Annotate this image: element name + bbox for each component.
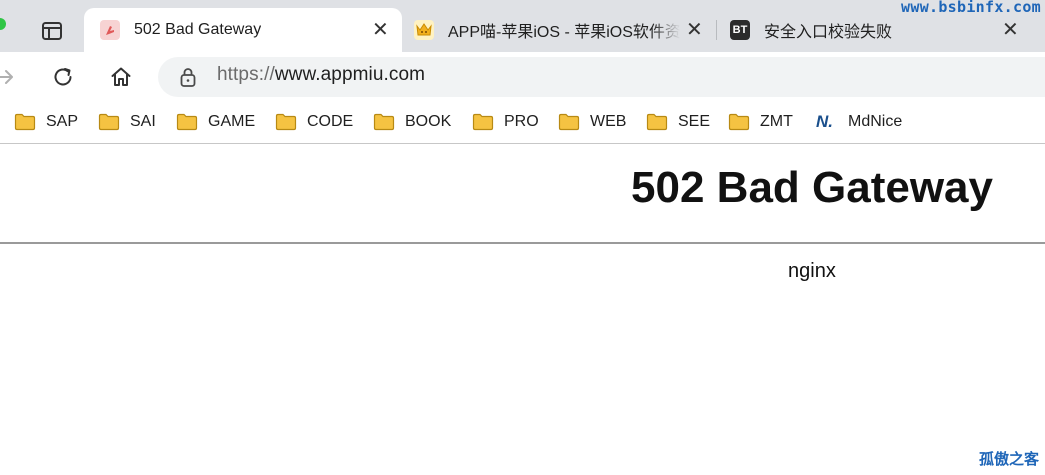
pink-hand-icon [100, 20, 120, 40]
folder-icon [275, 113, 297, 131]
bookmark-label: CODE [307, 113, 354, 130]
folder-icon [14, 113, 36, 131]
watermark-top: www.bsbinfx.com [901, 0, 1041, 16]
bookmark-label: SEE [678, 113, 711, 130]
forward-arrow-icon[interactable] [0, 64, 18, 90]
bt-panel-icon: BT [730, 20, 750, 40]
tab-title: APP喵-苹果iOS - 苹果iOS软件资 [448, 24, 680, 41]
folder-icon [646, 113, 668, 131]
bookmark-folder-zmt[interactable]: ZMT [728, 110, 793, 134]
lock-icon[interactable] [178, 66, 198, 88]
bookmark-mdnice[interactable]: N. MdNice [816, 110, 902, 134]
folder-icon [373, 113, 395, 131]
bookmark-label: MdNice [848, 113, 903, 130]
bookmarks-bar: SAP SAI GAME CODE BOOK PRO WEB SEE ZMT N… [0, 100, 1045, 144]
sidebar-toggle-icon[interactable] [40, 19, 64, 43]
page-title: 502 Bad Gateway [631, 163, 993, 212]
close-tab-icon[interactable]: ✕ [372, 20, 389, 40]
url-host: www.appmiu.com [274, 64, 426, 85]
url-scheme: https:// [217, 64, 275, 85]
server-name: nginx [788, 260, 836, 282]
watermark-bottom: 孤傲之客 [978, 451, 1039, 468]
mdnice-icon: N. [816, 112, 833, 131]
folder-icon [728, 113, 750, 131]
tab-502-bad-gateway[interactable]: 502 Bad Gateway ✕ [84, 8, 402, 52]
tab-separator [716, 20, 717, 40]
bookmark-label: PRO [504, 113, 539, 130]
bookmark-folder-web[interactable]: WEB [558, 110, 626, 134]
bookmark-folder-book[interactable]: BOOK [373, 110, 451, 134]
bookmark-folder-code[interactable]: CODE [275, 110, 353, 134]
close-tab-icon[interactable]: ✕ [686, 20, 703, 40]
bookmark-folder-see[interactable]: SEE [646, 110, 710, 134]
folder-icon [98, 113, 120, 131]
bookmark-folder-sai[interactable]: SAI [98, 110, 156, 134]
folder-icon [558, 113, 580, 131]
cat-crown-icon [414, 20, 434, 40]
bookmark-label: ZMT [760, 113, 793, 130]
tab-strip: 502 Bad Gateway ✕ APP喵-苹果iOS - 苹果iOS软件资 … [0, 0, 1045, 52]
bookmark-label: GAME [208, 113, 256, 130]
tab-title: 502 Bad Gateway [134, 21, 262, 38]
home-icon[interactable] [108, 64, 134, 90]
bookmark-label: BOOK [405, 113, 452, 130]
bookmark-label: SAI [130, 113, 156, 130]
folder-icon [472, 113, 494, 131]
close-tab-icon[interactable]: ✕ [1002, 20, 1019, 40]
bookmark-label: SAP [46, 113, 79, 130]
folder-icon [176, 113, 198, 131]
window-zoom-button[interactable] [0, 18, 6, 30]
bookmark-label: WEB [590, 113, 627, 130]
bookmark-folder-sap[interactable]: SAP [14, 110, 78, 134]
url-text[interactable]: https://www.appmiu.com [217, 64, 425, 86]
reload-icon[interactable] [50, 64, 76, 90]
divider [0, 242, 1045, 244]
tab-appmiu[interactable]: APP喵-苹果iOS - 苹果iOS软件资 ✕ [404, 8, 714, 52]
tab-title: 安全入口校验失败 [764, 24, 893, 41]
page-content: 502 Bad Gateway nginx 孤傲之客 [0, 145, 1045, 475]
bookmark-folder-game[interactable]: GAME [176, 110, 255, 134]
bookmark-folder-pro[interactable]: PRO [472, 110, 539, 134]
